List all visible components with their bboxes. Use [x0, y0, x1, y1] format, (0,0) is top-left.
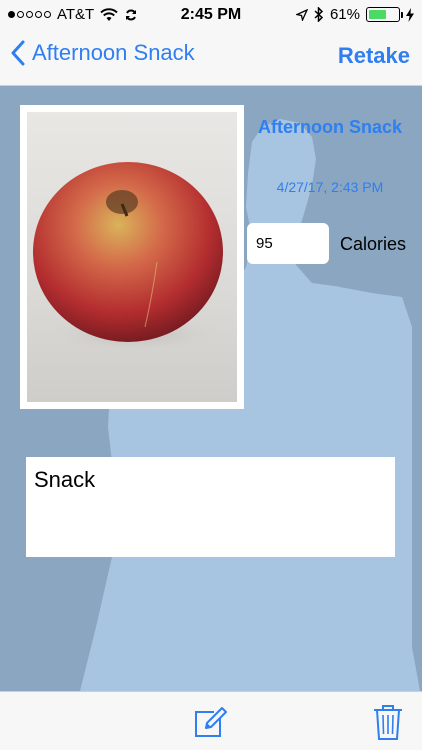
meal-detail-content: Afternoon Snack 4/27/17, 2:43 PM 95 Calo…: [0, 87, 422, 691]
meal-photo-frame: [20, 105, 244, 409]
notes-text-field[interactable]: Snack: [26, 457, 395, 557]
chevron-left-icon: [11, 40, 25, 66]
calories-input[interactable]: 95: [247, 223, 329, 264]
battery-icon: [366, 7, 403, 22]
status-right: 61%: [295, 6, 414, 23]
navigation-bar: Afternoon Snack Retake: [0, 30, 422, 86]
apple-photo-image: [33, 162, 230, 354]
retake-button[interactable]: Retake: [338, 43, 410, 69]
back-label: Afternoon Snack: [32, 40, 195, 65]
meal-photo[interactable]: [27, 112, 237, 402]
charging-icon: [406, 7, 414, 22]
bluetooth-icon: [314, 7, 324, 22]
bottom-toolbar: [0, 691, 422, 750]
status-bar: AT&T 2:45 PM 61%: [0, 0, 422, 30]
meal-datetime: 4/27/17, 2:43 PM: [276, 179, 384, 195]
battery-percent: 61%: [329, 6, 360, 23]
calories-label: Calories: [340, 234, 407, 254]
meal-title: Afternoon Snack: [257, 117, 403, 137]
back-button[interactable]: Afternoon Snack: [10, 40, 195, 66]
trash-icon[interactable]: [372, 703, 404, 741]
location-icon: [295, 8, 308, 21]
compose-icon[interactable]: [192, 704, 228, 740]
